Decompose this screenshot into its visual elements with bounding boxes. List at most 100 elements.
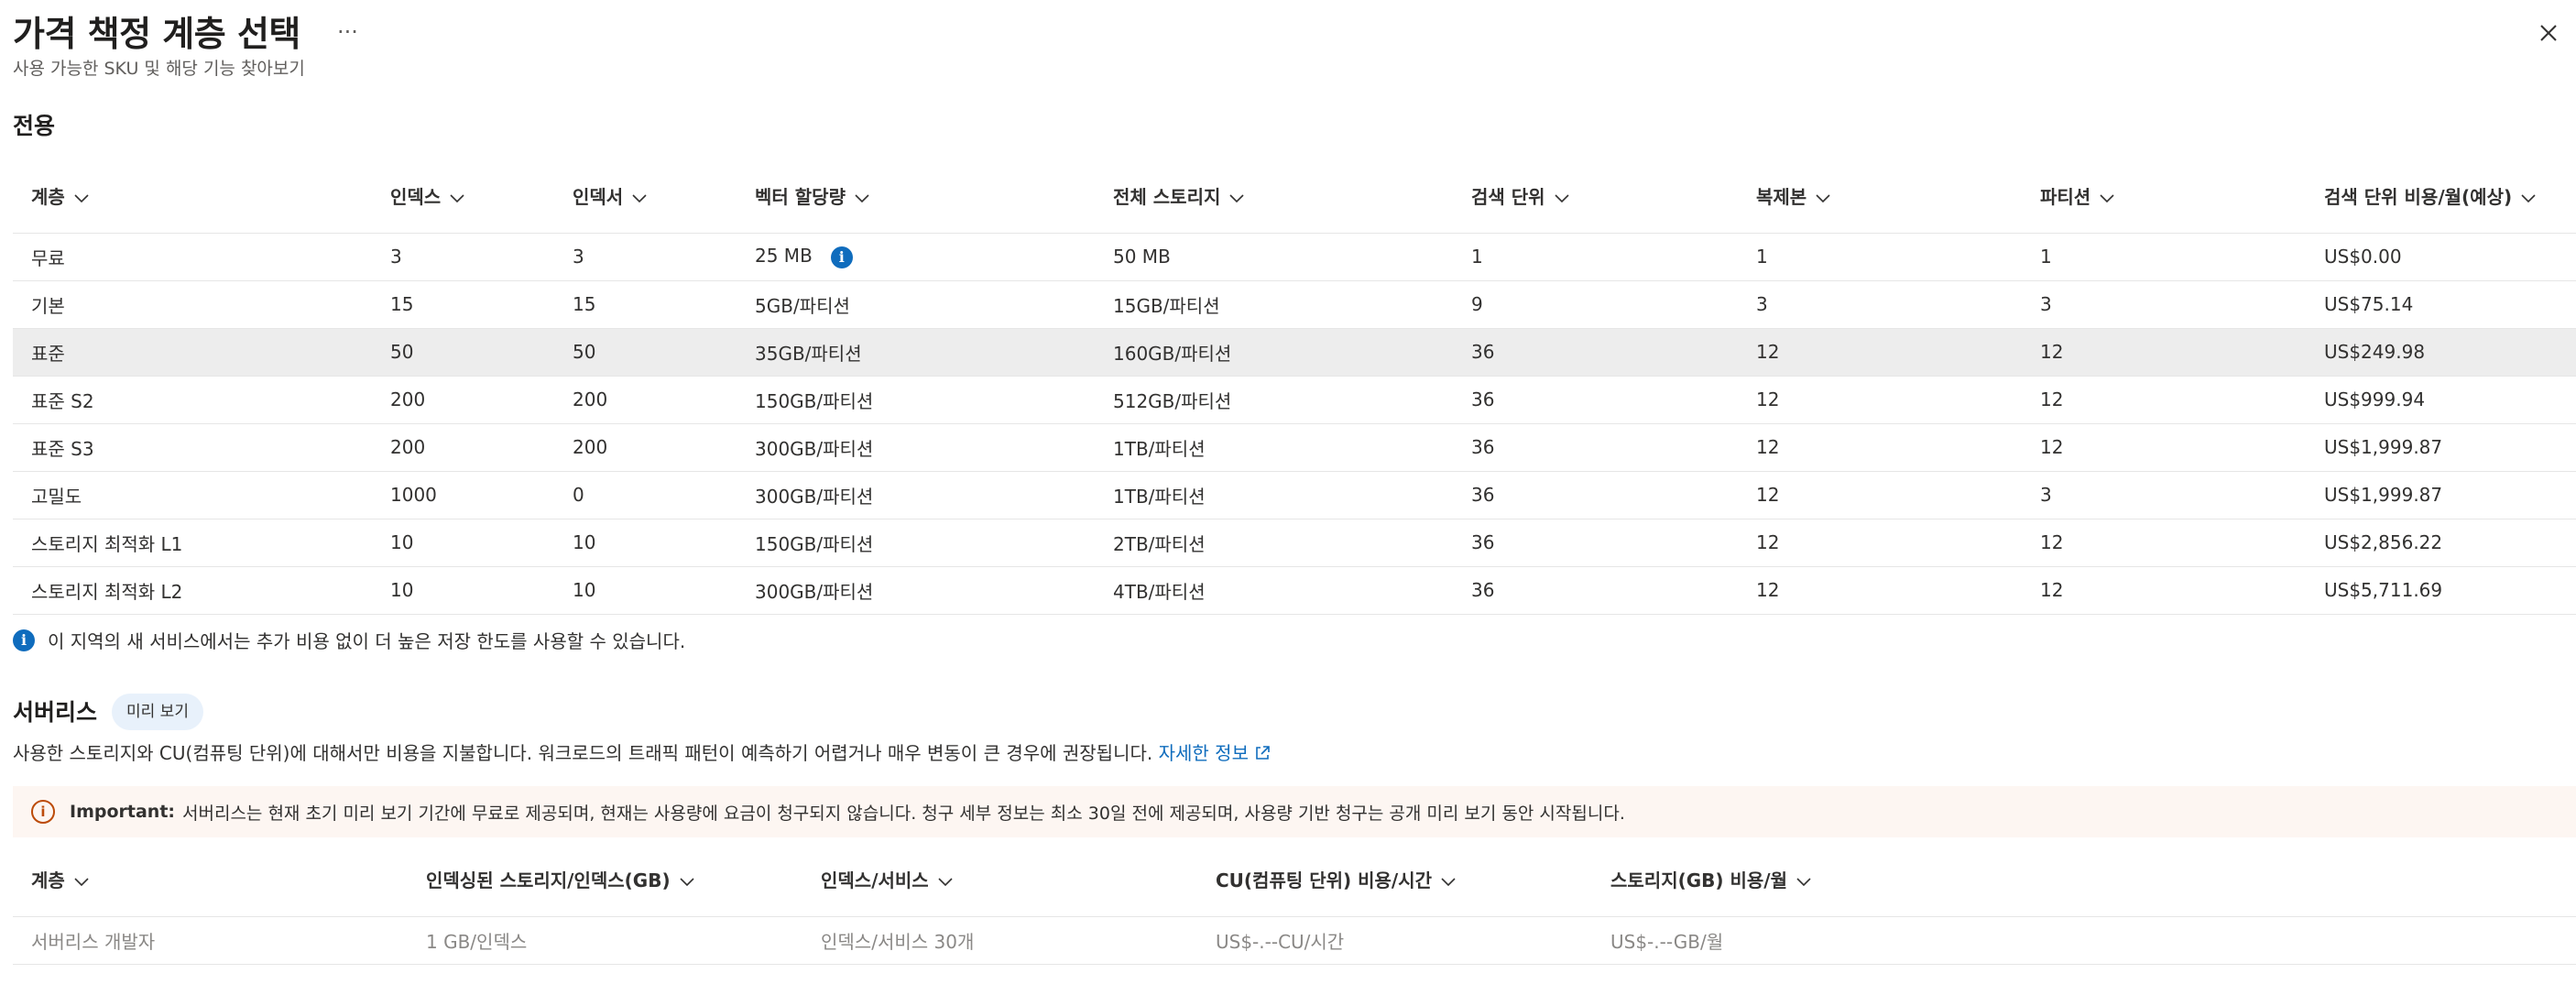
cell-storage: 1TB/파티션 — [1095, 470, 1453, 519]
chevron-down-icon — [632, 194, 647, 202]
chevron-down-icon — [1816, 194, 1830, 202]
cell-replicas: 12 — [1738, 565, 2022, 615]
cell-cost: US$2,856.22 — [2306, 518, 2576, 566]
column-header-tier[interactable]: 계층 — [13, 843, 408, 916]
cell-replicas: 12 — [1738, 375, 2022, 423]
column-header-tier[interactable]: 계층 — [13, 159, 372, 233]
cell-cost: US$1,999.87 — [2306, 422, 2576, 471]
cell-replicas: 3 — [1738, 279, 2022, 328]
cell-indexes: 50 — [372, 327, 554, 376]
cell-units: 36 — [1453, 422, 1738, 471]
cell-units: 36 — [1453, 565, 1738, 615]
table-row[interactable]: 스토리지 최적화 L1 10 10 150GB/파티션 2TB/파티션 36 1… — [13, 518, 2576, 566]
table-row-selected[interactable]: 표준 50 50 35GB/파티션 160GB/파티션 36 12 12 US$… — [13, 327, 2576, 376]
cell-units: 36 — [1453, 327, 1738, 376]
cell-partitions: 12 — [2022, 518, 2306, 566]
info-icon[interactable]: i — [830, 246, 853, 268]
serverless-section-title: 서버리스 — [13, 699, 98, 726]
cell-replicas: 12 — [1738, 422, 2022, 471]
cell-indexes: 10 — [372, 565, 554, 615]
column-header-partitions[interactable]: 파티션 — [2022, 159, 2306, 233]
page-title: 가격 책정 계층 선택 — [13, 14, 300, 54]
cell-vector: 300GB/파티션 — [737, 470, 1095, 519]
serverless-tier-table: 계층 인덱싱된 스토리지/인덱스(GB) 인덱스/서비스 CU(컴퓨팅 단위) … — [13, 843, 2576, 965]
table-row[interactable]: 고밀도 1000 0 300GB/파티션 1TB/파티션 36 12 3 US$… — [13, 470, 2576, 519]
cell-storage: 1TB/파티션 — [1095, 422, 1453, 471]
cell-indexers: 15 — [554, 279, 737, 328]
close-button[interactable] — [2528, 13, 2569, 53]
warning-icon: i — [31, 800, 55, 824]
cell-replicas: 12 — [1738, 518, 2022, 566]
cell-units: 36 — [1453, 375, 1738, 423]
more-options-button[interactable]: ... — [337, 13, 358, 38]
column-header-search-units[interactable]: 검색 단위 — [1453, 159, 1738, 233]
cell-units: 36 — [1453, 470, 1738, 519]
cell-tier: 스토리지 최적화 L2 — [13, 565, 372, 615]
cell-indexers: 10 — [554, 518, 737, 566]
column-header-indexed-storage[interactable]: 인덱싱된 스토리지/인덱스(GB) — [408, 843, 802, 916]
column-header-unit-cost[interactable]: 검색 단위 비용/월(예상) — [2306, 159, 2576, 233]
serverless-header-row: 계층 인덱싱된 스토리지/인덱스(GB) 인덱스/서비스 CU(컴퓨팅 단위) … — [13, 843, 2576, 916]
table-row[interactable]: 무료 3 3 25 MB i 50 MB 1 1 1 US$0.00 — [13, 232, 2576, 280]
chevron-down-icon — [680, 878, 694, 886]
cell-partitions: 3 — [2022, 470, 2306, 519]
cell-storage: 1 GB/인덱스 — [408, 915, 802, 965]
column-header-replicas[interactable]: 복제본 — [1738, 159, 2022, 233]
cell-storage: 512GB/파티션 — [1095, 375, 1453, 423]
cell-partitions: 12 — [2022, 565, 2306, 615]
cell-tier: 서버리스 개발자 — [13, 915, 408, 965]
dedicated-section-title: 전용 — [13, 113, 56, 139]
cell-indexers: 50 — [554, 327, 737, 376]
chevron-down-icon — [1229, 194, 1244, 202]
cell-indexers: 3 — [554, 232, 737, 280]
cell-indexes: 200 — [372, 422, 554, 471]
column-header-vector-quota[interactable]: 벡터 할당량 — [737, 159, 1095, 233]
cell-replicas: 12 — [1738, 327, 2022, 376]
preview-badge: 미리 보기 — [112, 694, 203, 730]
cell-tier: 고밀도 — [13, 470, 372, 519]
cell-cost: US$249.98 — [2306, 327, 2576, 376]
chevron-down-icon — [74, 878, 89, 886]
cell-indexes: 10 — [372, 518, 554, 566]
cell-cost: US$5,711.69 — [2306, 565, 2576, 615]
cell-partitions: 12 — [2022, 375, 2306, 423]
learn-more-link[interactable]: 자세한 정보 — [1159, 742, 1271, 764]
column-header-indexes[interactable]: 인덱스 — [372, 159, 554, 233]
cell-indexers: 0 — [554, 470, 737, 519]
cell-indexers: 200 — [554, 422, 737, 471]
column-header-indexers[interactable]: 인덱서 — [554, 159, 737, 233]
cell-indexes: 1000 — [372, 470, 554, 519]
cell-tier: 스토리지 최적화 L1 — [13, 518, 372, 566]
cell-indexes: 인덱스/서비스 30개 — [802, 915, 1197, 965]
cell-cost: US$1,999.87 — [2306, 470, 2576, 519]
column-header-cu-cost[interactable]: CU(컴퓨팅 단위) 비용/시간 — [1197, 843, 1592, 916]
important-banner: i Important: 서버리스는 현재 초기 미리 보기 기간에 무료로 제… — [13, 786, 2576, 837]
cell-tier: 무료 — [13, 232, 372, 280]
cell-cost: US$0.00 — [2306, 232, 2576, 280]
cell-tier: 기본 — [13, 279, 372, 328]
cell-indexers: 200 — [554, 375, 737, 423]
cell-tier: 표준 S3 — [13, 422, 372, 471]
cell-indexes: 3 — [372, 232, 554, 280]
column-header-storage-cost[interactable]: 스토리지(GB) 비용/월 — [1592, 843, 2576, 916]
cell-cu-cost: US$-.--CU/시간 — [1197, 915, 1592, 965]
dedicated-header-row: 계층 인덱스 인덱서 벡터 할당량 전체 스토리지 검색 단위 복제본 파티션 … — [13, 159, 2576, 233]
chevron-down-icon — [1441, 878, 1456, 886]
cell-vector: 150GB/파티션 — [737, 375, 1095, 423]
cell-units: 9 — [1453, 279, 1738, 328]
column-header-indexes-per-service[interactable]: 인덱스/서비스 — [802, 843, 1197, 916]
cell-storage: 50 MB — [1095, 232, 1453, 280]
cell-indexes: 200 — [372, 375, 554, 423]
storage-limit-note: i 이 지역의 새 서비스에서는 추가 비용 없이 더 높은 저장 한도를 사용… — [13, 627, 685, 653]
table-row-disabled: 서버리스 개발자 1 GB/인덱스 인덱스/서비스 30개 US$-.--CU/… — [13, 915, 2576, 965]
cell-tier: 표준 — [13, 327, 372, 376]
cell-vector: 150GB/파티션 — [737, 518, 1095, 566]
table-row[interactable]: 기본 15 15 5GB/파티션 15GB/파티션 9 3 3 US$75.14 — [13, 279, 2576, 328]
cell-partitions: 12 — [2022, 422, 2306, 471]
table-row[interactable]: 표준 S3 200 200 300GB/파티션 1TB/파티션 36 12 12… — [13, 422, 2576, 471]
column-header-total-storage[interactable]: 전체 스토리지 — [1095, 159, 1453, 233]
cell-vector: 35GB/파티션 — [737, 327, 1095, 376]
cell-indexes: 15 — [372, 279, 554, 328]
table-row[interactable]: 스토리지 최적화 L2 10 10 300GB/파티션 4TB/파티션 36 1… — [13, 565, 2576, 615]
table-row[interactable]: 표준 S2 200 200 150GB/파티션 512GB/파티션 36 12 … — [13, 375, 2576, 423]
